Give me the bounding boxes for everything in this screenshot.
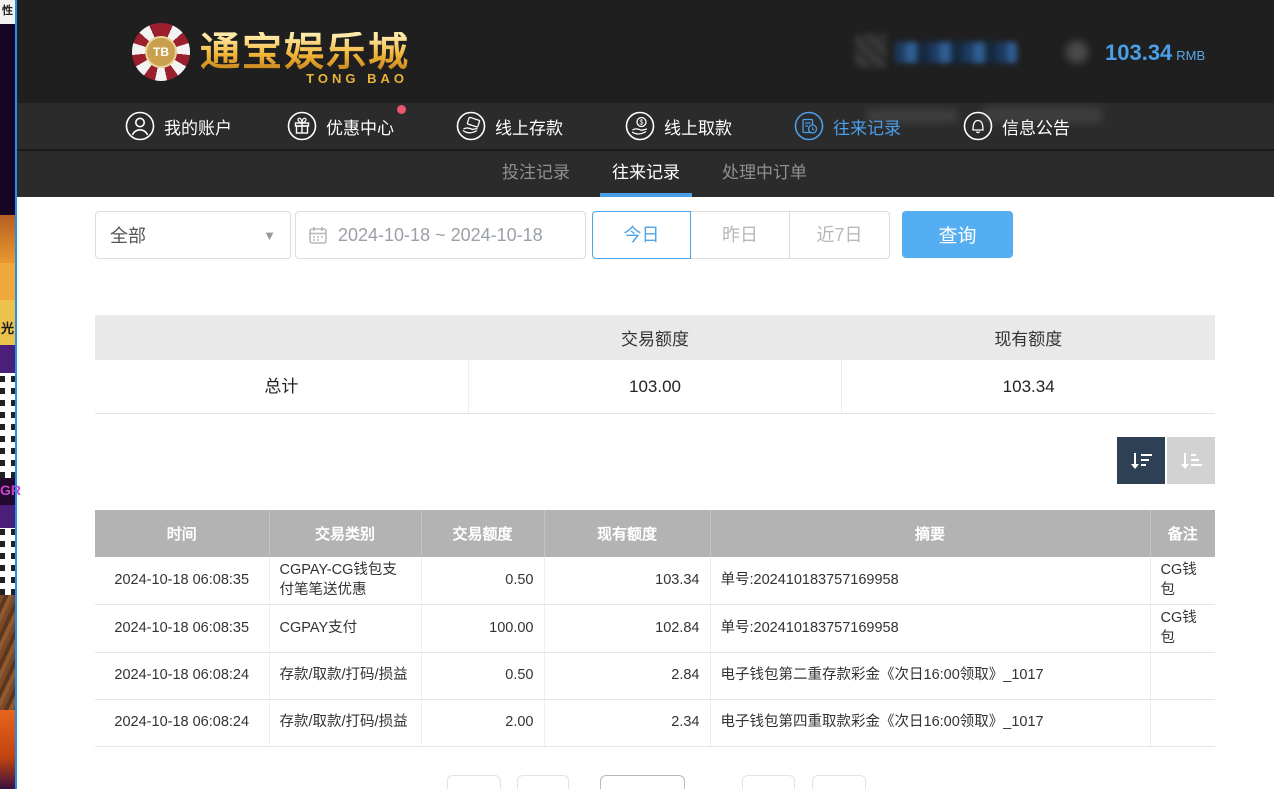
cell-amount: 0.50 — [421, 557, 544, 605]
notification-dot — [397, 105, 406, 114]
logo-subtitle: TONG BAO — [306, 71, 408, 86]
svg-text:$: $ — [640, 120, 644, 127]
records-header-row: 时间 交易类别 交易额度 现有额度 摘要 备注 — [95, 510, 1215, 557]
quick-filter-yesterday[interactable]: 昨日 — [691, 211, 790, 259]
cell-type: CGPAY-CG钱包支付笔笔送优惠 — [269, 557, 421, 605]
poker-chip-icon: TB — [132, 23, 190, 81]
cell-note: CG钱包 — [1150, 557, 1215, 605]
gift-icon — [287, 111, 317, 141]
records-icon — [794, 111, 824, 141]
sort-ascending-button[interactable] — [1167, 437, 1215, 484]
summary-current-balance: 103.34 — [842, 360, 1215, 413]
coin-icon — [1063, 38, 1091, 66]
nav-item-online-withdraw[interactable]: $ 线上取款 — [625, 111, 732, 141]
cell-amount: 2.00 — [421, 700, 544, 747]
record-tabs: 投注记录 往来记录 处理中订单 — [17, 149, 1274, 197]
chevron-down-icon: ▼ — [263, 228, 276, 243]
site-logo[interactable]: TB 通宝娱乐城 TONG BAO — [132, 18, 410, 86]
sort-descending-icon — [1128, 448, 1154, 474]
deposit-icon — [456, 111, 486, 141]
pagination-button[interactable] — [447, 775, 501, 789]
balance-amount: 103.34 — [1105, 40, 1172, 65]
cell-balance: 103.34 — [544, 557, 710, 605]
background-tab-text: 性 — [0, 2, 15, 18]
col-header-time: 时间 — [95, 510, 269, 557]
cell-balance: 2.34 — [544, 700, 710, 747]
balance-currency: RMB — [1176, 48, 1205, 63]
cell-amount: 0.50 — [421, 653, 544, 700]
cell-summary: 单号:202410183757169958 — [710, 605, 1150, 653]
balance-display[interactable]: 103.34 RMB — [1105, 40, 1205, 66]
summary-total-label: 总计 — [95, 360, 469, 413]
col-header-type: 交易类别 — [269, 510, 421, 557]
summary-transaction-amount: 103.00 — [469, 360, 843, 413]
pagination-page-select[interactable] — [600, 775, 685, 789]
col-header-balance: 现有额度 — [544, 510, 710, 557]
type-select[interactable]: 全部 ▼ — [95, 211, 291, 259]
nav-item-transaction-records[interactable]: 往来记录 — [794, 111, 901, 141]
search-button[interactable]: 查询 — [902, 211, 1013, 258]
table-row: 2024-10-18 06:08:35 CGPAY支付 100.00 102.8… — [95, 605, 1215, 653]
cell-time: 2024-10-18 06:08:35 — [95, 605, 269, 653]
cell-note — [1150, 653, 1215, 700]
cell-type: 存款/取款/打码/损益 — [269, 700, 421, 747]
sort-ascending-icon — [1178, 448, 1204, 474]
nav-item-online-deposit[interactable]: 线上存款 — [456, 111, 563, 141]
cell-note — [1150, 700, 1215, 747]
calendar-icon — [308, 225, 328, 245]
tab-processing-orders[interactable]: 处理中订单 — [720, 151, 809, 197]
summary-header-transaction-amount: 交易额度 — [468, 325, 841, 350]
pagination-button[interactable] — [812, 775, 866, 789]
cell-summary: 单号:202410183757169958 — [710, 557, 1150, 605]
cell-amount: 100.00 — [421, 605, 544, 653]
background-banner-char: 光 — [0, 318, 15, 337]
col-header-note: 备注 — [1150, 510, 1215, 557]
records-table: 时间 交易类别 交易额度 现有额度 摘要 备注 2024-10-18 06:08… — [95, 510, 1215, 747]
nav-item-promotions[interactable]: 优惠中心 — [287, 111, 394, 141]
cell-time: 2024-10-18 06:08:24 — [95, 700, 269, 747]
nav-item-my-account[interactable]: 我的账户 — [125, 111, 232, 141]
withdraw-icon: $ — [625, 111, 655, 141]
background-banner-letters: GR — [0, 482, 15, 498]
main-nav: 我的账户 优惠中心 线上存款 — [17, 103, 1274, 149]
qr-code-fragment — [0, 528, 15, 595]
bell-icon — [963, 111, 993, 141]
col-header-amount: 交易额度 — [421, 510, 544, 557]
summary-header-row: 交易额度 现有额度 — [95, 315, 1215, 360]
cell-summary: 电子钱包第二重存款彩金《次日16:00领取》_1017 — [710, 653, 1150, 700]
qr-code-fragment — [0, 373, 15, 478]
date-range-picker[interactable]: 2024-10-18 ~ 2024-10-18 — [295, 211, 586, 259]
cell-balance: 102.84 — [544, 605, 710, 653]
quick-filter-last7days[interactable]: 近7日 — [790, 211, 890, 259]
logo-title: 通宝娱乐城 — [200, 32, 410, 72]
cell-summary: 电子钱包第四重取款彩金《次日16:00领取》_1017 — [710, 700, 1150, 747]
tab-bet-records[interactable]: 投注记录 — [500, 151, 572, 197]
pagination-button[interactable] — [517, 775, 569, 789]
pagination-button[interactable] — [742, 775, 795, 789]
table-row: 2024-10-18 06:08:24 存款/取款/打码/损益 0.50 2.8… — [95, 653, 1215, 700]
cell-time: 2024-10-18 06:08:35 — [95, 557, 269, 605]
table-row: 2024-10-18 06:08:35 CGPAY-CG钱包支付笔笔送优惠 0.… — [95, 557, 1215, 605]
col-header-summary: 摘要 — [710, 510, 1150, 557]
table-row: 2024-10-18 06:08:24 存款/取款/打码/损益 2.00 2.3… — [95, 700, 1215, 747]
summary-table: 交易额度 现有额度 总计 103.00 103.34 — [95, 315, 1215, 414]
site-header: TB 通宝娱乐城 TONG BAO 103.34 RMB — [17, 0, 1274, 103]
cell-note: CG钱包 — [1150, 605, 1215, 653]
cell-type: 存款/取款/打码/损益 — [269, 653, 421, 700]
cell-balance: 2.84 — [544, 653, 710, 700]
active-tab-underline — [600, 193, 692, 197]
nav-item-announcements[interactable]: 信息公告 — [963, 111, 1070, 141]
user-icon — [125, 111, 155, 141]
background-window-strip: 性 光 GR — [0, 0, 17, 789]
user-avatar[interactable] — [855, 34, 887, 68]
tab-transaction-records[interactable]: 往来记录 — [610, 151, 682, 197]
quick-filter-today[interactable]: 今日 — [592, 211, 691, 259]
summary-header-current-balance: 现有额度 — [842, 325, 1215, 350]
username-redacted — [895, 42, 1017, 63]
cell-time: 2024-10-18 06:08:24 — [95, 653, 269, 700]
cell-type: CGPAY支付 — [269, 605, 421, 653]
sort-descending-button[interactable] — [1117, 437, 1165, 484]
summary-total-row: 总计 103.00 103.34 — [95, 360, 1215, 414]
